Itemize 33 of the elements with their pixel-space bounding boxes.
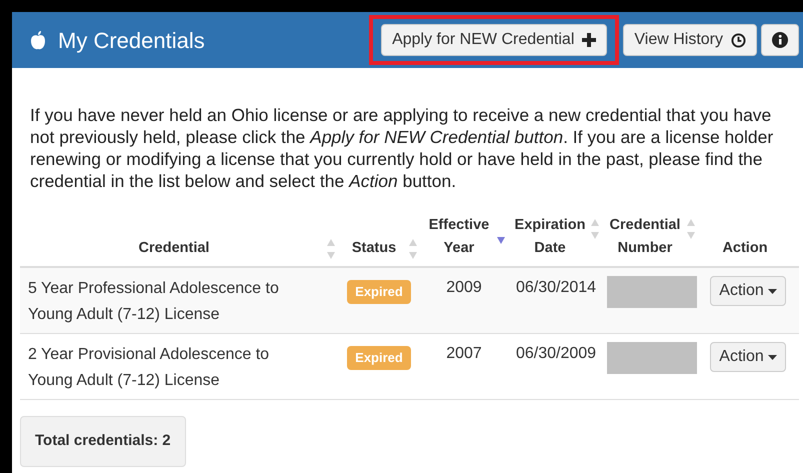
column-header[interactable]: Effective Year (422, 214, 506, 260)
caret-icon (768, 354, 777, 360)
caret-icon (768, 288, 777, 294)
column-header[interactable]: Expiration Date (510, 214, 600, 260)
table-cell-text: 2009 (446, 278, 482, 298)
credential-name: 5 Year Professional Adolescence to Young Adult (7-12) License (28, 279, 280, 325)
table-cell-text: 2007 (446, 344, 482, 364)
view-history-button[interactable]: View History (623, 24, 757, 56)
column-header[interactable]: Credential (22, 234, 336, 260)
credential-name: 2 Year Provisional Adolescence to Young Adult (7-12) License (28, 345, 270, 391)
total-credentials: Total credentials: 2 (20, 416, 186, 466)
sort-descending-icon (496, 236, 506, 244)
intro-paragraph: If you have never held an Ohio license or are applying to receive a new credential that you have not previously held, please click the Apply for NEW Credential button. If you are a license holder renewing or modifying a license that you currently hold or have held in the past, please find the credential in the list below and select the Action button. (30, 104, 774, 192)
column-header: Action (721, 239, 769, 258)
table-cell-text: 06/30/2009 (516, 344, 596, 364)
sort-icon (326, 238, 336, 260)
info-button[interactable] (761, 24, 799, 56)
column-header[interactable]: Credential Number (604, 214, 696, 260)
apple-icon (30, 30, 46, 50)
page-title: My Credentials (58, 26, 205, 55)
sort-icon (408, 238, 418, 260)
status-badge: Expired (347, 346, 411, 370)
apply-button[interactable]: Apply for NEW Credential (381, 24, 608, 56)
plus-icon (582, 33, 596, 47)
sort-icon (590, 218, 600, 240)
table-cell-text: 06/30/2014 (516, 278, 596, 298)
sort-icon (686, 218, 696, 240)
column-header[interactable]: Status (340, 234, 418, 260)
action-dropdown[interactable]: Action (710, 342, 786, 372)
clock-icon (731, 32, 746, 48)
action-dropdown[interactable]: Action (710, 276, 786, 306)
status-badge: Expired (347, 280, 411, 304)
info-icon (772, 32, 788, 48)
